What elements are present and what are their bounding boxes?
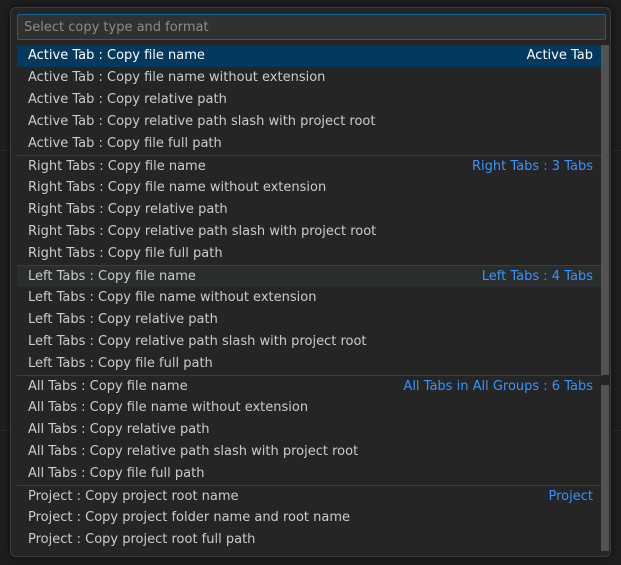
quick-pick-item-label: Active Tab : Copy relative path slash wi… xyxy=(28,114,376,129)
quick-pick-item-label: Right Tabs : Copy relative path slash wi… xyxy=(28,224,377,239)
quick-pick-item-label: All Tabs : Copy file full path xyxy=(28,466,205,481)
quick-pick-item-label: Active Tab : Copy file name xyxy=(28,48,205,63)
quick-pick-search-input[interactable] xyxy=(17,14,606,40)
quick-pick-panel: Active Tab : Copy file nameActive TabAct… xyxy=(10,7,611,557)
quick-pick-item-label: Right Tabs : Copy file full path xyxy=(28,246,223,261)
quick-pick-item-label: Left Tabs : Copy relative path xyxy=(28,312,218,327)
quick-pick-item-label: Active Tab : Copy file full path xyxy=(28,136,222,151)
quick-pick-item[interactable]: Left Tabs : Copy file full path xyxy=(17,353,603,375)
quick-pick-item[interactable]: Right Tabs : Copy file name without exte… xyxy=(17,177,603,199)
quick-pick-item[interactable]: Left Tabs : Copy relative path slash wit… xyxy=(17,331,603,353)
quick-pick-item[interactable]: Project : Copy project folder name and r… xyxy=(17,507,603,529)
quick-pick-item-label: All Tabs : Copy relative path slash with… xyxy=(28,444,359,459)
quick-pick-item[interactable]: Right Tabs : Copy relative path xyxy=(17,199,603,221)
quick-pick-item[interactable]: Right Tabs : Copy relative path slash wi… xyxy=(17,221,603,243)
quick-pick-item-label: All Tabs : Copy file name without extens… xyxy=(28,400,309,415)
quick-pick-item-label: Left Tabs : Copy file full path xyxy=(28,356,213,371)
quick-pick-item-label: Active Tab : Copy file name without exte… xyxy=(28,70,326,85)
quick-pick-item[interactable]: All Tabs : Copy file name without extens… xyxy=(17,397,603,419)
quick-pick-item-label: Right Tabs : Copy file name xyxy=(28,159,206,174)
quick-pick-item-label: All Tabs : Copy relative path xyxy=(28,422,210,437)
quick-pick-item-label: Left Tabs : Copy file name xyxy=(28,269,196,284)
quick-pick-item[interactable]: Right Tabs : Copy file full path xyxy=(17,243,603,265)
quick-pick-item-label: Left Tabs : Copy file name without exten… xyxy=(28,290,317,305)
quick-pick-item[interactable]: All Tabs : Copy relative path xyxy=(17,419,603,441)
quick-pick-item[interactable]: Active Tab : Copy relative path xyxy=(17,89,603,111)
quick-pick-item[interactable]: Project : Copy project root full path xyxy=(17,529,603,551)
quick-pick-item[interactable]: All Tabs : Copy relative path slash with… xyxy=(17,441,603,463)
quick-pick-list: Active Tab : Copy file name Active Tab Act… xyxy=(17,45,603,555)
quick-pick-group-tag: Active Tab xyxy=(526,48,593,63)
quick-pick-group-tag: Left Tabs : 4 Tabs xyxy=(481,269,593,284)
quick-pick-item[interactable]: Active Tab : Copy relative path slash wi… xyxy=(17,111,603,133)
scrollbar-thumb-upper[interactable] xyxy=(601,45,609,375)
quick-pick-item-label: Left Tabs : Copy relative path slash wit… xyxy=(28,334,367,349)
quick-pick-item[interactable]: Active Tab : Copy file name Active Tab xyxy=(17,45,603,67)
quick-pick-item[interactable]: All Tabs : Copy file full path xyxy=(17,463,603,485)
quick-pick-group-tag: Right Tabs : 3 Tabs xyxy=(472,159,593,174)
quick-pick-item[interactable]: Active Tab : Copy file full path xyxy=(17,133,603,155)
quick-pick-item-label: Active Tab : Copy relative path xyxy=(28,92,227,107)
quick-pick-item[interactable]: Left Tabs : Copy file name without exten… xyxy=(17,287,603,309)
quick-pick-item[interactable]: Active Tab : Copy file name without exte… xyxy=(17,67,603,89)
quick-pick-item-label: Project : Copy project folder name and r… xyxy=(28,510,351,525)
quick-pick-item[interactable]: Project : Copy project root name Project xyxy=(17,485,603,507)
quick-pick-item[interactable]: All Tabs : Copy file name All Tabs in All… xyxy=(17,375,603,397)
quick-pick-item[interactable]: Left Tabs : Copy file name Left Tabs : 4 … xyxy=(17,265,603,287)
quick-pick-group-tag: Project xyxy=(548,489,593,504)
quick-pick-item-label: Right Tabs : Copy relative path xyxy=(28,202,228,217)
quick-pick-item-label: Project : Copy project root full path xyxy=(28,532,256,547)
quick-pick-item[interactable]: Left Tabs : Copy relative path xyxy=(17,309,603,331)
quick-pick-item-label: Project : Copy project root name xyxy=(28,489,239,504)
quick-pick-item-label: Right Tabs : Copy file name without exte… xyxy=(28,180,327,195)
quick-pick-group-tag: All Tabs in All Groups : 6 Tabs xyxy=(403,379,593,394)
quick-pick-item-label: All Tabs : Copy file name xyxy=(28,379,188,394)
scrollbar[interactable] xyxy=(601,45,609,555)
scrollbar-thumb-lower[interactable] xyxy=(601,385,609,551)
quick-pick-item[interactable]: Right Tabs : Copy file name Right Tabs : … xyxy=(17,155,603,177)
